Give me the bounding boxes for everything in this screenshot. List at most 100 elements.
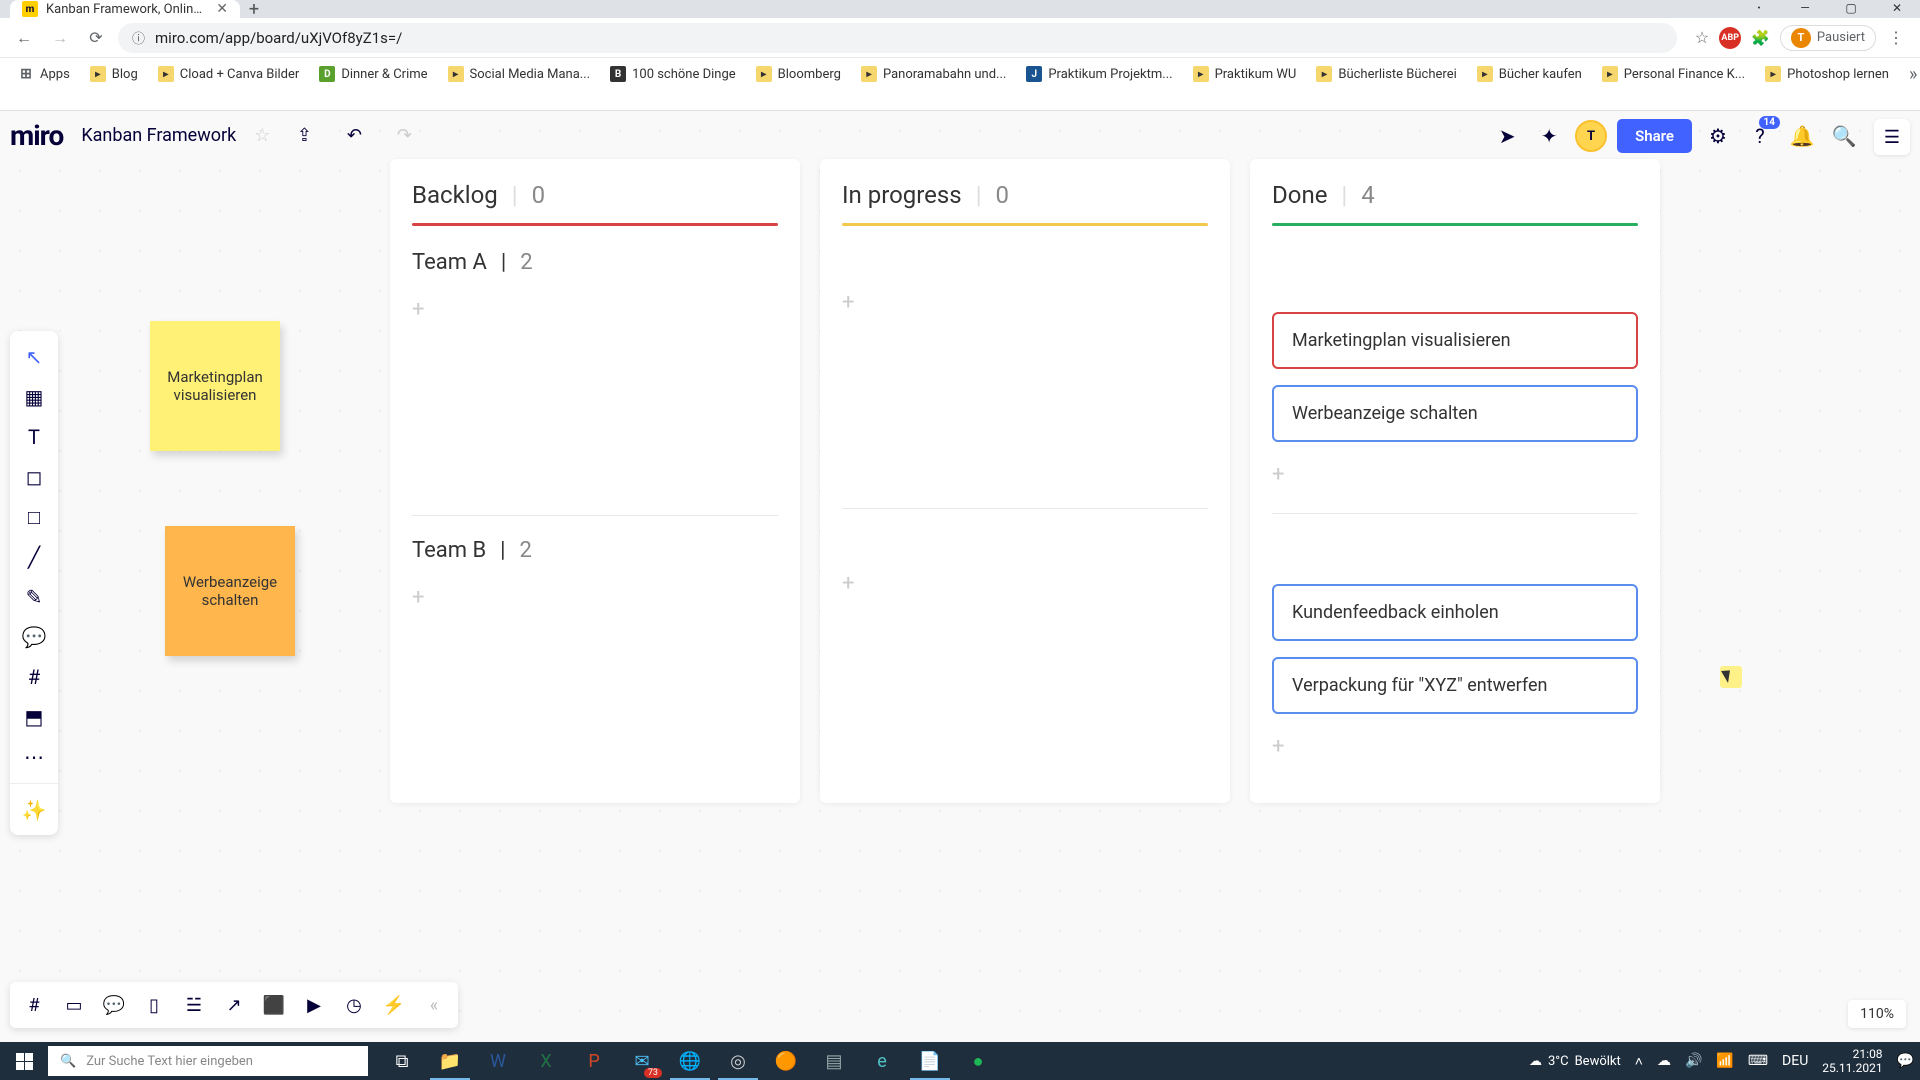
add-card-button[interactable]: + [1272, 730, 1638, 763]
share-link-icon[interactable]: ↗ [214, 986, 254, 1024]
forward-button[interactable]: → [46, 24, 74, 52]
start-button[interactable] [0, 1042, 48, 1080]
kanban-card[interactable]: Marketingplan visualisieren [1272, 312, 1638, 369]
bookmark-star-icon[interactable]: ☆ [1691, 24, 1713, 51]
apps-bookmark[interactable]: ⊞Apps [10, 62, 78, 86]
bookmark-item[interactable]: ▸Bücher kaufen [1469, 62, 1590, 86]
tab-close-button[interactable]: ✕ [216, 1, 228, 17]
reload-button[interactable]: ⟳ [82, 24, 110, 52]
back-button[interactable]: ← [10, 24, 38, 52]
kanban-card[interactable]: Kundenfeedback einholen [1272, 584, 1638, 641]
comments-icon[interactable]: 💬 [94, 986, 134, 1024]
url-input[interactable]: ⓘ miro.com/app/board/uXjVOf8yZ1s=/ [118, 23, 1677, 53]
present-icon[interactable]: ▭ [54, 986, 94, 1024]
add-card-button[interactable]: + [1272, 458, 1638, 491]
bookmark-item[interactable]: ▸Panoramabahn und... [853, 62, 1014, 86]
help-icon[interactable]: ?14 [1744, 120, 1776, 152]
undo-icon[interactable]: ↶ [338, 119, 370, 151]
bookmark-item[interactable]: JPraktikum Projektm... [1018, 62, 1180, 86]
shape-tool-icon[interactable]: □ [10, 497, 58, 537]
swimlane-a[interactable]: + [842, 286, 1208, 486]
canvas[interactable]: miro Kanban Framework ☆ ⇪ ↶ ↷ ➤ ✦ T Shar… [0, 111, 1920, 1042]
extensions-icon[interactable]: 🧩 [1747, 25, 1774, 51]
kanban-column-backlog[interactable]: Backlog|0 Team A|2 + Team B|2 + [390, 159, 800, 803]
star-board-icon[interactable]: ☆ [254, 125, 270, 146]
app-icon[interactable]: 🟠 [762, 1042, 810, 1080]
close-window-button[interactable]: ✕ [1874, 0, 1920, 16]
templates-tool-icon[interactable]: ▦ [10, 377, 58, 417]
tray-chevron-icon[interactable]: ˄ [1635, 1053, 1643, 1070]
activity-panel-icon[interactable]: ☰ [1874, 119, 1910, 155]
chrome-icon[interactable]: 🌐 [666, 1042, 714, 1080]
kanban-column-inprogress[interactable]: In progress|0 + + [820, 159, 1230, 803]
kanban-card[interactable]: Verpackung für "XYZ" entwerfen [1272, 657, 1638, 714]
redo-icon[interactable]: ↷ [388, 119, 420, 151]
edge-icon[interactable]: e [858, 1042, 906, 1080]
bookmark-item[interactable]: ▸Cload + Canva Bilder [150, 62, 308, 86]
taskbar-search[interactable]: 🔍 Zur Suche Text hier eingeben [48, 1046, 368, 1076]
keyboard-icon[interactable]: ⌨ [1748, 1053, 1768, 1069]
add-card-button[interactable]: + [412, 581, 778, 614]
sticky-tool-icon[interactable]: ◻ [10, 457, 58, 497]
upload-tool-icon[interactable]: ⬒ [10, 697, 58, 737]
search-icon[interactable]: 🔍 [1828, 120, 1860, 152]
notifications-icon[interactable]: 🔔 [1786, 120, 1818, 152]
new-tab-button[interactable]: + [240, 0, 268, 18]
notifications-tray-icon[interactable]: 💬 [1897, 1053, 1914, 1069]
onedrive-icon[interactable]: ☁ [1657, 1053, 1671, 1069]
mail-icon[interactable]: ✉73 [618, 1042, 666, 1080]
site-info-icon[interactable]: ⓘ [132, 28, 145, 47]
bookmark-item[interactable]: ▸Social Media Mana... [440, 62, 599, 86]
bookmarks-overflow-icon[interactable]: » [1901, 64, 1920, 85]
explorer-icon[interactable]: 📁 [426, 1042, 474, 1080]
volume-icon[interactable]: 🔊 [1685, 1053, 1702, 1069]
swimlane-b[interactable]: + [842, 567, 1208, 767]
bolt-icon[interactable]: ⚡ [374, 986, 414, 1024]
swimlane-a[interactable]: + [412, 293, 778, 493]
text-tool-icon[interactable]: T [10, 417, 58, 457]
miro-logo[interactable]: miro [10, 119, 63, 152]
screen-icon[interactable]: ⬛ [254, 986, 294, 1024]
export-icon[interactable]: ⇪ [288, 119, 320, 151]
swimlane-b[interactable]: + [412, 581, 778, 781]
kanban-card[interactable]: Werbeanzeige schalten [1272, 385, 1638, 442]
bookmark-item[interactable]: ▸Bücherliste Bücherei [1308, 62, 1464, 86]
sticky-note-yellow[interactable]: Marketingplan visualisieren [150, 321, 280, 451]
powerpoint-icon[interactable]: P [570, 1042, 618, 1080]
card-icon[interactable]: ▯ [134, 986, 174, 1024]
sticky-note-orange[interactable]: Werbeanzeige schalten [165, 526, 295, 656]
word-icon[interactable]: W [474, 1042, 522, 1080]
language-indicator[interactable]: DEU [1782, 1053, 1808, 1069]
chrome-menu-icon[interactable]: ⋮ [1882, 22, 1910, 53]
select-tool-icon[interactable]: ↖ [10, 337, 58, 377]
collapse-icon[interactable]: « [414, 986, 454, 1024]
cursor-mode-icon[interactable]: ➤ [1491, 120, 1523, 152]
frame-tool-icon[interactable]: # [10, 657, 58, 697]
profile-chip[interactable]: T Pausiert [1780, 25, 1876, 51]
obs-icon[interactable]: ◎ [714, 1042, 762, 1080]
abp-extension-icon[interactable]: ABP [1719, 27, 1741, 49]
share-button[interactable]: Share [1617, 119, 1692, 153]
line-tool-icon[interactable]: ╱ [10, 537, 58, 577]
kanban-column-done[interactable]: Done|4 Marketingplan visualisieren Werbe… [1250, 159, 1660, 803]
frames-icon[interactable]: # [14, 986, 54, 1024]
add-card-button[interactable]: + [842, 286, 1208, 319]
app-icon[interactable]: ▤ [810, 1042, 858, 1080]
swimlane-a[interactable]: Marketingplan visualisieren Werbeanzeige… [1272, 312, 1638, 491]
clock[interactable]: 21:08 25.11.2021 [1822, 1047, 1882, 1076]
minimize-button[interactable]: — [1782, 0, 1828, 16]
bookmark-item[interactable]: ▸Photoshop lernen [1757, 62, 1897, 86]
board-name[interactable]: Kanban Framework [81, 125, 236, 146]
wifi-icon[interactable]: 📶 [1716, 1053, 1733, 1069]
add-card-button[interactable]: + [842, 567, 1208, 600]
notepad-icon[interactable]: 📄 [906, 1042, 954, 1080]
maximize-button[interactable]: ▢ [1828, 0, 1874, 16]
user-avatar[interactable]: T [1575, 120, 1607, 152]
more-tools-icon[interactable]: ⋯ [10, 737, 58, 777]
ai-tool-icon[interactable]: ✨ [10, 783, 58, 829]
video-icon[interactable]: ▶ [294, 986, 334, 1024]
timer-icon[interactable]: ◷ [334, 986, 374, 1024]
bookmark-item[interactable]: ▸Blog [82, 62, 146, 86]
bookmark-item[interactable]: ▸Personal Finance K... [1594, 62, 1753, 86]
zoom-level[interactable]: 110% [1848, 1000, 1906, 1028]
